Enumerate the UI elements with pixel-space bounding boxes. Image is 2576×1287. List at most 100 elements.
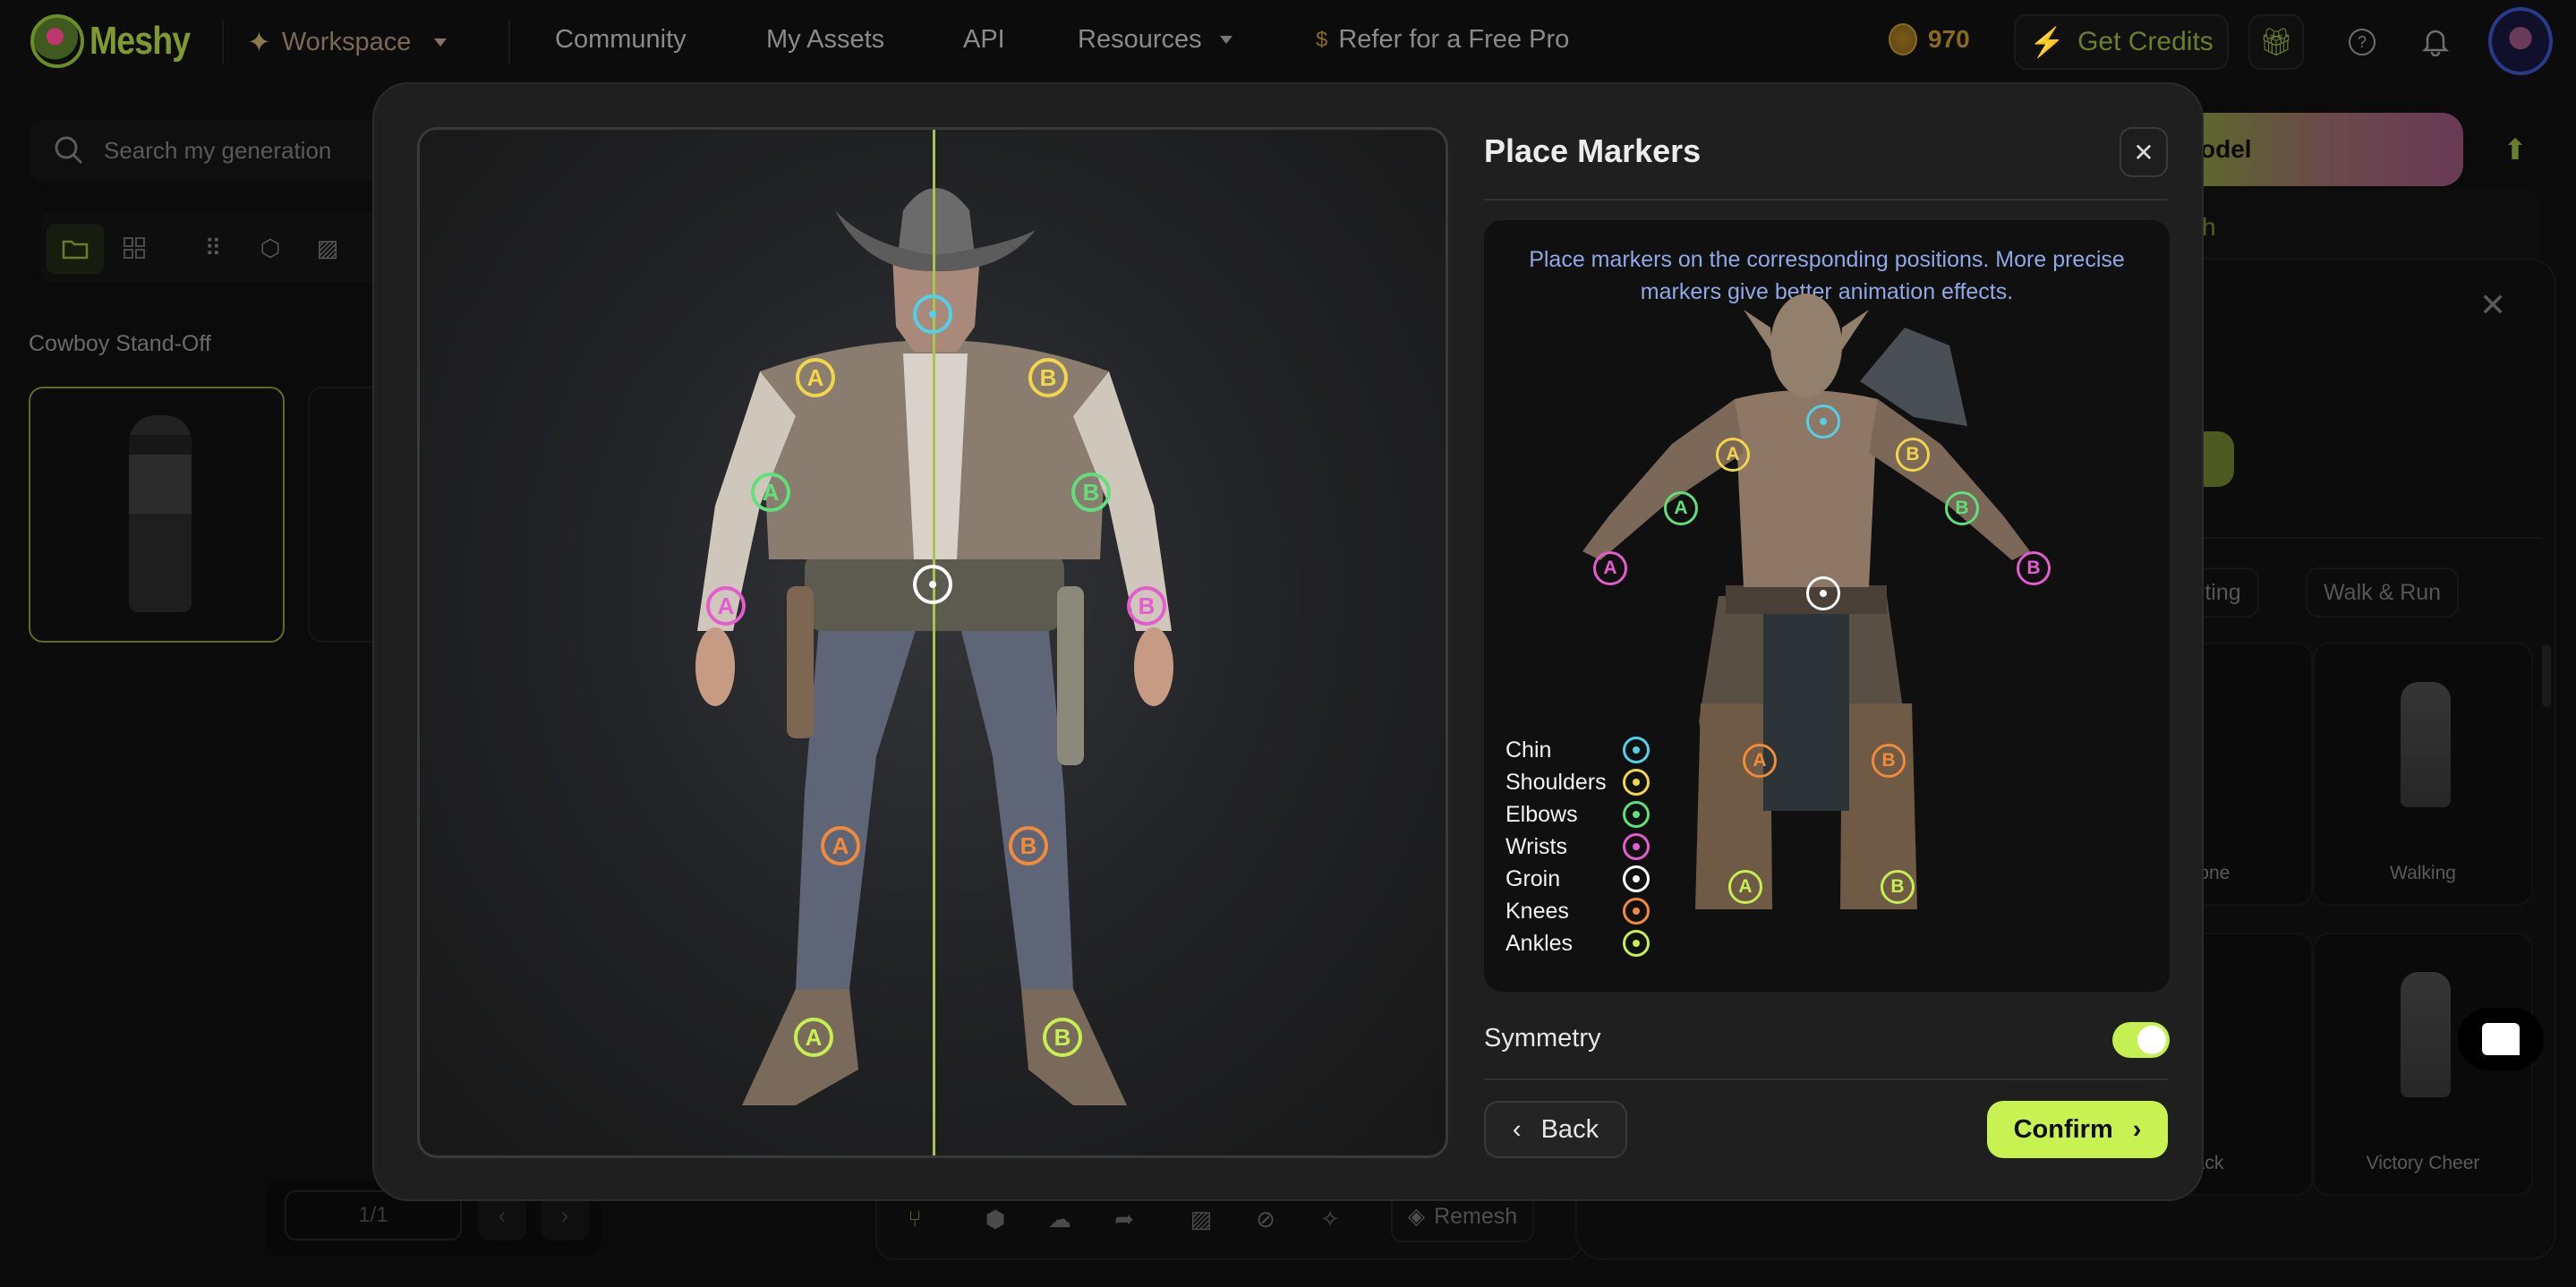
symmetry-line bbox=[933, 130, 935, 1155]
get-credits-label: Get Credits bbox=[2077, 27, 2213, 56]
marker-knees-a[interactable]: A bbox=[821, 826, 860, 865]
money-bag-icon: $ bbox=[1316, 27, 1328, 52]
user-avatar[interactable] bbox=[2488, 7, 2553, 75]
dialog-title: Place Markers bbox=[1484, 132, 1702, 169]
remesh-label: Remesh bbox=[1434, 1203, 1518, 1229]
divider bbox=[1484, 199, 2168, 200]
divider bbox=[508, 20, 510, 64]
legend-marker-icon bbox=[1623, 769, 1650, 796]
mesh-icon[interactable]: ⊘ bbox=[1246, 1199, 1285, 1239]
cube-icon[interactable]: ⬡ bbox=[251, 231, 290, 265]
close-icon[interactable]: ✕ bbox=[2479, 286, 2506, 324]
right-field[interactable]: h bbox=[2184, 188, 2542, 268]
nav-api[interactable]: API bbox=[963, 25, 1005, 55]
help-icon[interactable]: ? bbox=[2334, 14, 2390, 70]
folder-view-icon[interactable] bbox=[47, 224, 104, 274]
marker-chin bbox=[1806, 405, 1840, 439]
confirm-label: Confirm bbox=[2013, 1114, 2113, 1144]
divider bbox=[2184, 537, 2542, 539]
category-chip[interactable]: Walk & Run bbox=[2306, 567, 2460, 618]
legend-marker-icon bbox=[1623, 801, 1650, 828]
chat-support-button[interactable] bbox=[2458, 1008, 2544, 1070]
marker-ankles-b: B bbox=[1881, 870, 1915, 904]
model-viewer[interactable]: A B A B A B A B A B bbox=[417, 127, 1448, 1158]
marker-ankles-a: A bbox=[1728, 870, 1762, 904]
cloud-upload-icon[interactable]: ☁ bbox=[1040, 1199, 1079, 1239]
chevron-down-icon bbox=[434, 38, 448, 47]
texture-stripes-icon[interactable]: ▨ bbox=[308, 231, 347, 265]
chevron-right-icon: › bbox=[2132, 1114, 2142, 1144]
marker-groin[interactable] bbox=[913, 565, 952, 604]
legend-marker-icon bbox=[1623, 737, 1650, 763]
marker-elbows-b: B bbox=[1945, 491, 1979, 525]
marker-wrists-b[interactable]: B bbox=[1127, 586, 1166, 626]
nav-workspace-label: Workspace bbox=[281, 27, 412, 56]
chevron-down-icon bbox=[1219, 36, 1233, 44]
hierarchy-icon[interactable]: ⑂ bbox=[895, 1199, 934, 1239]
divider bbox=[222, 20, 224, 64]
meshy-logo-icon bbox=[30, 14, 84, 68]
legend-label: Ankles bbox=[1506, 931, 1574, 956]
marker-knees-b[interactable]: B bbox=[1009, 826, 1048, 865]
chat-icon bbox=[2482, 1023, 2520, 1055]
marker-elbows-b[interactable]: B bbox=[1071, 473, 1111, 512]
nav-community[interactable]: Community bbox=[555, 25, 687, 55]
nav-resources[interactable]: Resources bbox=[1078, 25, 1233, 55]
marker-elbows-a: A bbox=[1664, 491, 1698, 525]
legend-label: Shoulders bbox=[1506, 770, 1607, 795]
symmetry-toggle[interactable] bbox=[2112, 1022, 2170, 1058]
marker-chin[interactable] bbox=[913, 294, 952, 334]
search-icon bbox=[55, 136, 83, 165]
model-thumbnail[interactable] bbox=[29, 387, 285, 643]
divider bbox=[1484, 1078, 2168, 1080]
brand-name: Meshy bbox=[90, 19, 191, 63]
legend-marker-icon bbox=[1623, 833, 1650, 860]
marker-shoulders-a[interactable]: A bbox=[796, 358, 835, 397]
marker-ankles-a[interactable]: A bbox=[794, 1018, 833, 1057]
back-label: Back bbox=[1540, 1114, 1599, 1144]
gift-icon[interactable]: 🎁︎ bbox=[2248, 14, 2304, 70]
marker-wrists-a[interactable]: A bbox=[706, 586, 746, 626]
generate-model-button[interactable]: odel bbox=[2184, 113, 2463, 186]
logo[interactable]: Meshy bbox=[30, 14, 208, 68]
credit-balance: 970 bbox=[1889, 23, 1970, 55]
marker-wrists-a: A bbox=[1593, 551, 1627, 585]
rig-icon[interactable]: ⬢ bbox=[976, 1199, 1015, 1239]
get-credits-button[interactable]: ⚡ Get Credits bbox=[2014, 14, 2229, 70]
dots-grid-icon[interactable]: ⠿ bbox=[193, 231, 233, 265]
nav-refer[interactable]: $ Refer for a Free Pro bbox=[1316, 25, 1569, 55]
marker-knees-a: A bbox=[1743, 744, 1777, 778]
legend-label: Wrists bbox=[1506, 834, 1567, 859]
marker-shoulders-b[interactable]: B bbox=[1028, 358, 1068, 397]
marker-ankles-b[interactable]: B bbox=[1043, 1018, 1082, 1057]
back-button[interactable]: ‹ Back bbox=[1484, 1101, 1627, 1158]
sparkle-icon: ✦ bbox=[247, 26, 271, 58]
group-title: Cowboy Stand-Off bbox=[29, 331, 211, 356]
share-icon[interactable]: ➦ bbox=[1105, 1199, 1144, 1239]
marker-knees-b: B bbox=[1872, 744, 1906, 778]
upload-icon[interactable]: ⬆ bbox=[2488, 113, 2542, 186]
grid-view-icon[interactable] bbox=[115, 231, 154, 265]
legend-label: Elbows bbox=[1506, 802, 1578, 827]
lightning-icon: ⚡ bbox=[2029, 26, 2066, 58]
nav-my-assets[interactable]: My Assets bbox=[766, 25, 884, 55]
magic-icon[interactable]: ✧ bbox=[1310, 1199, 1350, 1239]
marker-shoulders-b: B bbox=[1896, 438, 1930, 472]
legend-label: Groin bbox=[1506, 866, 1561, 891]
reference-panel: Place markers on the corresponding posit… bbox=[1484, 220, 2170, 992]
remesh-icon: ◈ bbox=[1407, 1204, 1426, 1229]
nav-workspace[interactable]: ✦ Workspace bbox=[247, 25, 448, 59]
mannequin-figure bbox=[2401, 972, 2451, 1097]
close-icon: ✕ bbox=[2133, 138, 2154, 166]
close-dialog-button[interactable]: ✕ bbox=[2120, 127, 2168, 177]
confirm-button[interactable]: Confirm › bbox=[1987, 1101, 2168, 1158]
bell-icon[interactable] bbox=[2408, 14, 2463, 70]
marker-elbows-a[interactable]: A bbox=[751, 473, 790, 512]
marker-shoulders-a: A bbox=[1716, 438, 1750, 472]
animation-card[interactable]: Walking bbox=[2313, 643, 2533, 906]
texture-icon[interactable]: ▨ bbox=[1181, 1199, 1221, 1239]
legend-label: Knees bbox=[1506, 899, 1569, 924]
search-input[interactable]: Search my generation bbox=[30, 120, 406, 181]
marker-wrists-b: B bbox=[2017, 551, 2051, 585]
scrollbar[interactable] bbox=[2542, 644, 2551, 707]
